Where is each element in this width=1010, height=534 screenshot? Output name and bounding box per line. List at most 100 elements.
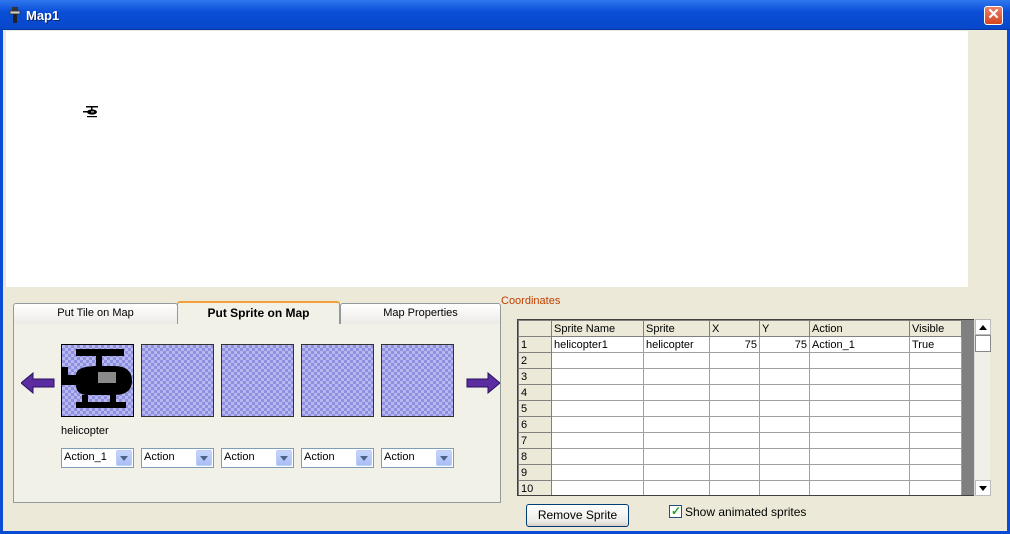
cell-sprite[interactable]: [643, 384, 710, 401]
row-number[interactable]: 4: [518, 384, 552, 401]
cell-name[interactable]: [551, 384, 644, 401]
sprite-grid[interactable]: Sprite Name Sprite X Y Action Visible 1h…: [517, 319, 990, 496]
cell-action[interactable]: [809, 416, 910, 433]
sprite-slot-empty[interactable]: [221, 344, 294, 417]
scroll-thumb[interactable]: [975, 335, 991, 352]
cell-y[interactable]: [759, 384, 810, 401]
cell-name[interactable]: [551, 400, 644, 417]
column-header[interactable]: Sprite: [643, 320, 710, 337]
cell-visible[interactable]: True: [909, 336, 962, 353]
cell-y[interactable]: 75: [759, 336, 810, 353]
cell-action[interactable]: [809, 480, 910, 495]
tab-put-tile-on-map[interactable]: Put Tile on Map: [13, 303, 178, 324]
cell-action[interactable]: Action_1: [809, 336, 910, 353]
row-number[interactable]: 7: [518, 432, 552, 449]
cell-visible[interactable]: [909, 400, 962, 417]
chevron-down-icon[interactable]: [276, 450, 292, 466]
cell-y[interactable]: [759, 400, 810, 417]
row-number[interactable]: 10: [518, 480, 552, 495]
chevron-down-icon[interactable]: [436, 450, 452, 466]
table-row[interactable]: 4: [518, 384, 962, 401]
cell-y[interactable]: [759, 416, 810, 433]
cell-visible[interactable]: [909, 416, 962, 433]
cell-visible[interactable]: [909, 432, 962, 449]
row-number[interactable]: 8: [518, 448, 552, 465]
sprite-slot-empty[interactable]: [301, 344, 374, 417]
cell-name[interactable]: [551, 416, 644, 433]
cell-action[interactable]: [809, 384, 910, 401]
cell-x[interactable]: [709, 480, 760, 495]
sprite-slot-empty[interactable]: [381, 344, 454, 417]
table-row[interactable]: 2: [518, 352, 962, 369]
sprite-slot-empty[interactable]: [141, 344, 214, 417]
cell-action[interactable]: [809, 464, 910, 481]
scroll-up-icon[interactable]: [975, 319, 991, 335]
table-row[interactable]: 3: [518, 368, 962, 385]
remove-sprite-button[interactable]: Remove Sprite: [526, 504, 629, 527]
cell-x[interactable]: 75: [709, 336, 760, 353]
action-select-2[interactable]: Action: [141, 448, 214, 468]
row-number[interactable]: 3: [518, 368, 552, 385]
row-number[interactable]: 9: [518, 464, 552, 481]
cell-action[interactable]: [809, 400, 910, 417]
close-button[interactable]: ✕: [984, 6, 1003, 25]
cell-action[interactable]: [809, 352, 910, 369]
cell-y[interactable]: [759, 448, 810, 465]
cell-y[interactable]: [759, 368, 810, 385]
row-number[interactable]: 2: [518, 352, 552, 369]
cell-visible[interactable]: [909, 368, 962, 385]
cell-x[interactable]: [709, 384, 760, 401]
corner-header[interactable]: [518, 320, 552, 337]
arrow-left-icon[interactable]: [21, 372, 55, 394]
chevron-down-icon[interactable]: [196, 450, 212, 466]
cell-x[interactable]: [709, 448, 760, 465]
cell-x[interactable]: [709, 368, 760, 385]
table-row[interactable]: 1 helicopter1 helicopter 75 75 Action_1 True: [518, 336, 962, 353]
chevron-down-icon[interactable]: [356, 450, 372, 466]
cell-name[interactable]: [551, 448, 644, 465]
action-select-3[interactable]: Action: [221, 448, 294, 468]
cell-y[interactable]: [759, 464, 810, 481]
cell-visible[interactable]: [909, 480, 962, 495]
column-header[interactable]: Visible: [909, 320, 962, 337]
table-row[interactable]: 9: [518, 464, 962, 481]
column-header[interactable]: Y: [759, 320, 810, 337]
table-row[interactable]: 6: [518, 416, 962, 433]
cell-action[interactable]: [809, 432, 910, 449]
cell-sprite[interactable]: [643, 464, 710, 481]
row-number[interactable]: 1: [518, 336, 552, 353]
grid-scrollbar[interactable]: [974, 319, 991, 496]
cell-sprite[interactable]: [643, 400, 710, 417]
cell-x[interactable]: [709, 432, 760, 449]
cell-visible[interactable]: [909, 352, 962, 369]
chevron-down-icon[interactable]: [116, 450, 132, 466]
cell-y[interactable]: [759, 480, 810, 495]
cell-sprite[interactable]: [643, 416, 710, 433]
action-select-1[interactable]: Action_1: [61, 448, 134, 468]
cell-sprite[interactable]: [643, 352, 710, 369]
sprite-slot-helicopter[interactable]: [61, 344, 134, 417]
cell-visible[interactable]: [909, 448, 962, 465]
column-header[interactable]: Action: [809, 320, 910, 337]
column-header[interactable]: Sprite Name: [551, 320, 644, 337]
cell-sprite[interactable]: [643, 448, 710, 465]
scroll-down-icon[interactable]: [975, 480, 991, 496]
tab-put-sprite-on-map[interactable]: Put Sprite on Map: [177, 301, 340, 324]
cell-y[interactable]: [759, 352, 810, 369]
action-select-5[interactable]: Action: [381, 448, 454, 468]
cell-visible[interactable]: [909, 384, 962, 401]
cell-x[interactable]: [709, 400, 760, 417]
cell-x[interactable]: [709, 352, 760, 369]
cell-name[interactable]: [551, 480, 644, 495]
cell-action[interactable]: [809, 368, 910, 385]
table-row[interactable]: 10: [518, 480, 962, 495]
cell-sprite[interactable]: [643, 432, 710, 449]
cell-sprite[interactable]: [643, 368, 710, 385]
cell-name[interactable]: [551, 352, 644, 369]
tab-map-properties[interactable]: Map Properties: [340, 303, 501, 324]
row-number[interactable]: 6: [518, 416, 552, 433]
cell-action[interactable]: [809, 448, 910, 465]
map-canvas[interactable]: [6, 31, 968, 287]
show-animated-label[interactable]: Show animated sprites: [685, 505, 806, 519]
cell-name[interactable]: [551, 368, 644, 385]
